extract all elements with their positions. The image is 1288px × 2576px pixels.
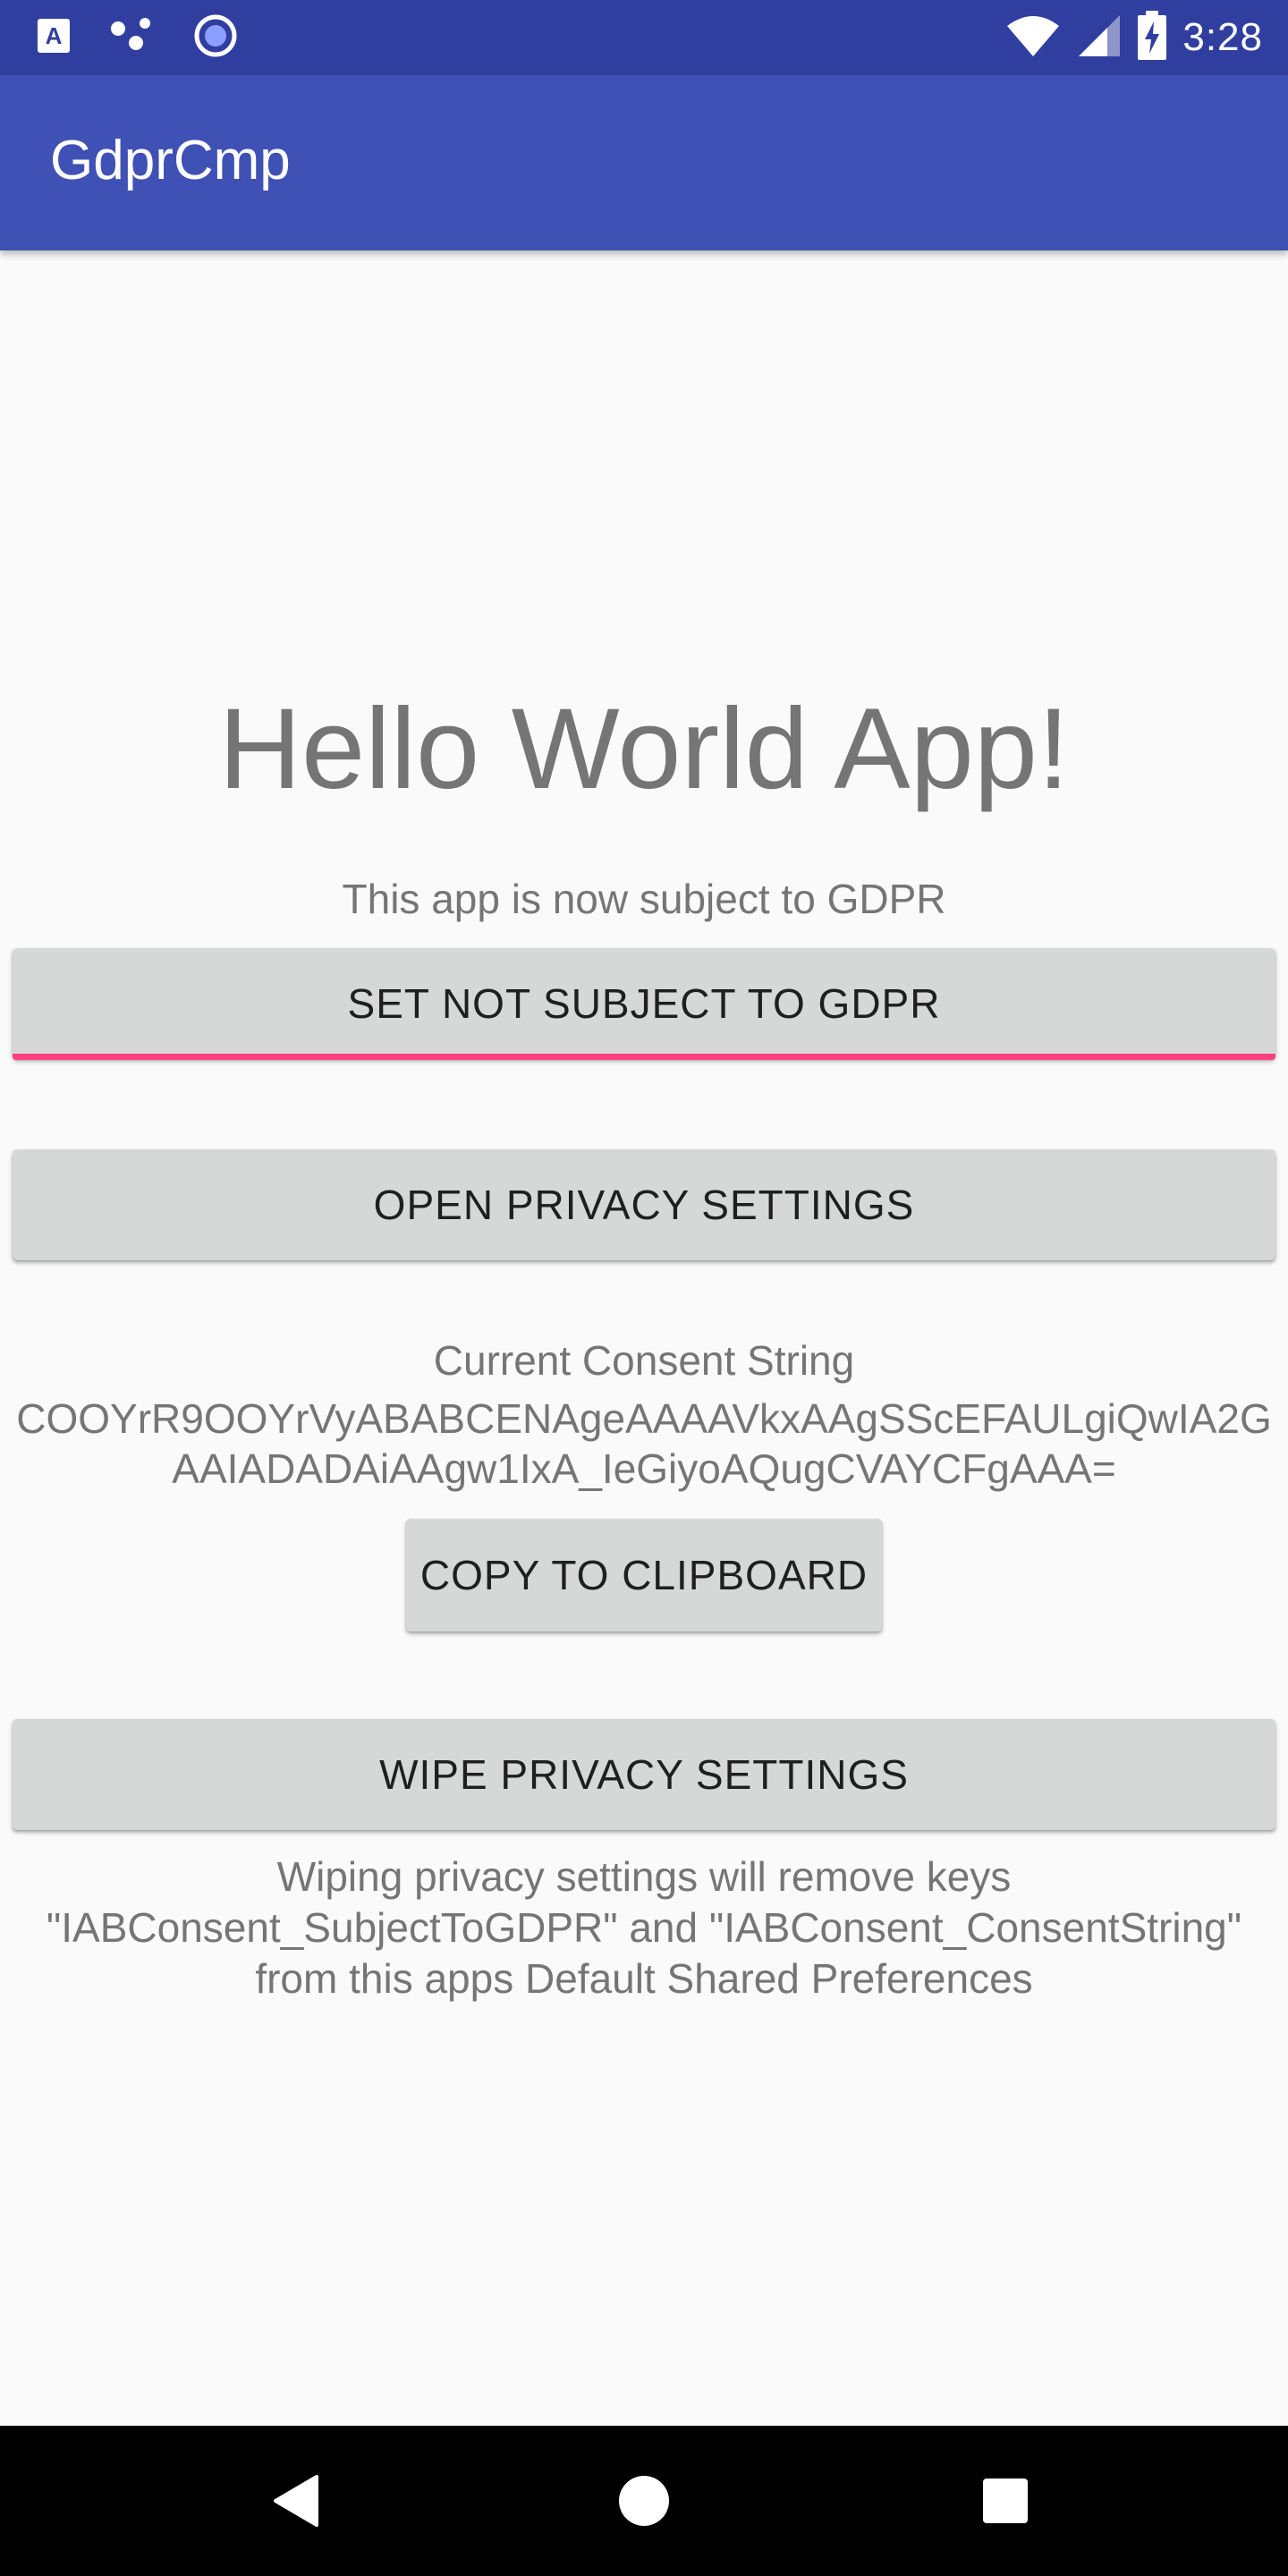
open-privacy-settings-button[interactable]: OPEN PRIVACY SETTINGS (13, 1149, 1275, 1260)
main-content: Hello World App! This app is now subject… (0, 250, 1288, 2426)
wipe-privacy-settings-button[interactable]: WIPE PRIVACY SETTINGS (13, 1719, 1275, 1830)
status-bar: A 3:28 (0, 0, 1288, 75)
signal-icon (1077, 13, 1122, 63)
recents-icon[interactable] (952, 2426, 1059, 2576)
gdpr-status-text: This app is now subject to GDPR (342, 876, 946, 922)
set-not-subject-button[interactable]: SET NOT SUBJECT TO GDPR (13, 948, 1275, 1059)
app-bar: GdprCmp (0, 75, 1288, 250)
consent-string-label: Current Consent String (433, 1337, 855, 1384)
status-time: 3:28 (1182, 15, 1263, 59)
hello-heading: Hello World App! (218, 685, 1070, 813)
record-circle-icon (193, 13, 238, 63)
home-icon[interactable] (590, 2426, 698, 2576)
font-notification-icon: A (36, 17, 72, 59)
back-icon[interactable] (242, 2426, 349, 2576)
app-title: GdprCmp (50, 130, 291, 191)
navigation-bar (0, 2426, 1288, 2576)
share-dots-icon (109, 16, 156, 60)
copy-to-clipboard-button[interactable]: COPY TO CLIPBOARD (406, 1519, 882, 1631)
consent-string-value: COOYrR9OOYrVyABABCENAgeAAAAVkxAAgSScEFAU… (16, 1395, 1272, 1492)
focus-underline (13, 1054, 1275, 1060)
wifi-icon (1005, 13, 1061, 63)
wipe-note-text: Wiping privacy settings will remove keys… (46, 1853, 1242, 2002)
svg-text:A: A (46, 22, 63, 49)
battery-charging-icon (1138, 10, 1167, 65)
